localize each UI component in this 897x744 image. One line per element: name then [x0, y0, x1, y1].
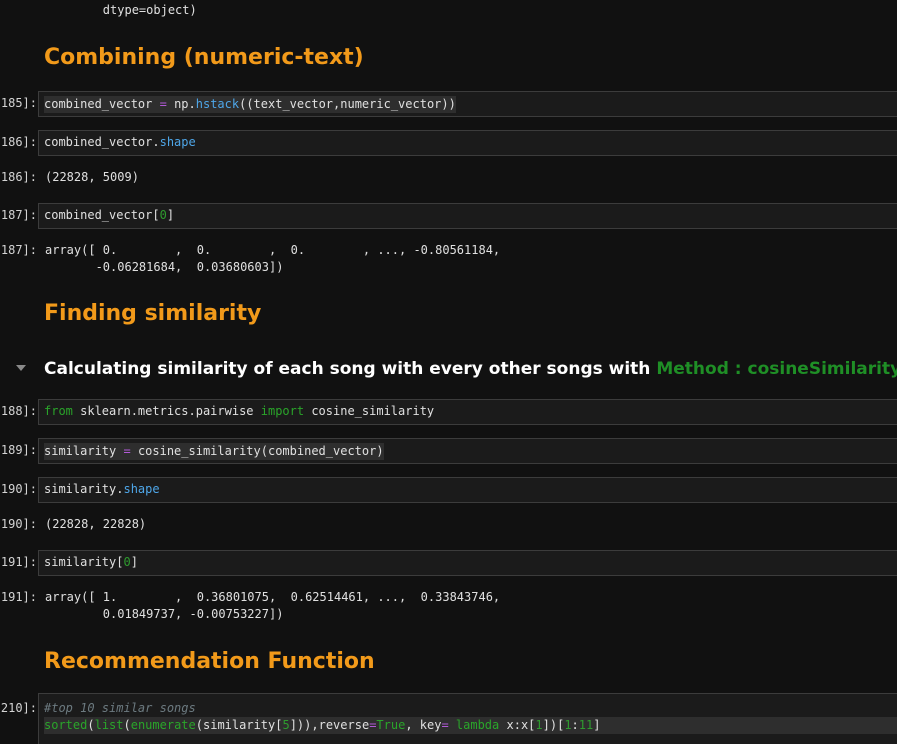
code-cell-187[interactable]: combined_vector[0]: [38, 203, 897, 229]
code-number: 1: [564, 718, 572, 732]
code-builtin: sorted: [44, 718, 88, 732]
code-token: (: [87, 718, 95, 732]
code-line[interactable]: similarity.shape: [44, 481, 897, 498]
code-token: , key: [405, 718, 442, 732]
code-keyword: from: [44, 404, 73, 418]
code-line[interactable]: combined_vector.shape: [44, 134, 897, 151]
code-comment: #top 10 similar songs: [44, 701, 196, 715]
cell-190-output: (22828, 22828): [45, 517, 147, 531]
code-token: cosine_similarity(combined_vector): [137, 444, 384, 458]
code-token: sklearn.metrics.pairwise: [72, 404, 261, 418]
code-number: 1: [535, 718, 543, 732]
cell-186-output-prompt: 186]:: [0, 170, 37, 184]
code-token: combined_vector: [44, 97, 153, 111]
code-function: hstack: [195, 97, 240, 111]
cell-187-output-line-1: array([ 0. , 0. , 0. , ..., -0.80561184,: [45, 243, 501, 257]
code-token: ])[: [542, 718, 565, 732]
code-token: ((text_vector,numeric_vector)): [239, 97, 456, 111]
heading-combining: Combining (numeric-text): [44, 45, 364, 70]
code-operator: =: [116, 444, 138, 458]
code-token: :: [571, 718, 579, 732]
code-token: ]: [593, 718, 601, 732]
cell-185-prompt: 185]:: [0, 96, 37, 110]
code-cell-189[interactable]: similarity = cosine_similarity(combined_…: [38, 438, 897, 464]
subheading-text: Calculating similarity of each song with…: [44, 359, 651, 379]
code-keyword: import: [260, 404, 305, 418]
code-line[interactable]: combined_vector = np.hstack((text_vector…: [44, 96, 456, 113]
cell-191-output-line-1: array([ 1. , 0.36801075, 0.62514461, ...…: [45, 590, 501, 604]
code-builtin: list: [94, 718, 124, 732]
code-line[interactable]: combined_vector[0]: [44, 207, 897, 224]
code-operator: =: [441, 718, 449, 732]
cell-191-output-prompt: 191]:: [0, 590, 37, 604]
code-attribute: shape: [159, 135, 196, 149]
cell-187-output-prompt: 187]:: [0, 243, 37, 257]
code-keyword: lambda: [448, 718, 500, 732]
code-token: x:x[: [499, 718, 536, 732]
method-title: Method : cosineSimilarity: [656, 359, 897, 379]
code-cell-185[interactable]: combined_vector = np.hstack((text_vector…: [38, 91, 897, 117]
code-operator: =: [152, 97, 175, 111]
code-token: similarity: [44, 444, 117, 458]
cell-187-prompt: 187]:: [0, 208, 37, 222]
cell-191-prompt: 191]:: [0, 555, 37, 569]
code-token: combined_vector.: [44, 135, 160, 149]
code-token: ])),reverse: [289, 718, 370, 732]
code-line[interactable]: similarity[0]: [44, 554, 897, 571]
cell-190-prompt: 190]:: [0, 482, 37, 496]
cell-188-prompt: 188]:: [0, 404, 37, 418]
code-attribute: shape: [123, 482, 160, 496]
code-token: ]: [166, 208, 175, 222]
code-token: combined_vector[: [44, 208, 160, 222]
code-token: (similarity[: [195, 718, 283, 732]
code-cell-190[interactable]: similarity.shape: [38, 477, 897, 503]
code-cell-188[interactable]: from sklearn.metrics.pairwise import cos…: [38, 399, 897, 425]
notebook-area: dtype=object) Combining (numeric-text) 1…: [0, 0, 897, 744]
code-cell-210[interactable]: #top 10 similar songs sorted(list(enumer…: [38, 693, 897, 744]
code-builtin: enumerate: [130, 718, 196, 732]
cell-190-output-prompt: 190]:: [0, 517, 37, 531]
code-token: similarity[: [44, 555, 124, 569]
code-keyword: True: [376, 718, 406, 732]
code-cell-191[interactable]: similarity[0]: [38, 550, 897, 576]
cell-191-output-line-2: 0.01849737, -0.00753227]): [45, 607, 284, 621]
code-number: 5: [282, 718, 290, 732]
cell-210-prompt: 210]:: [0, 701, 37, 715]
code-number: 11: [578, 718, 594, 732]
subheading-calculating-similarity: Calculating similarity of each song with…: [44, 357, 897, 381]
code-line[interactable]: similarity = cosine_similarity(combined_…: [44, 443, 384, 460]
code-number: 0: [159, 208, 167, 222]
heading-finding-similarity: Finding similarity: [44, 301, 262, 326]
code-token: similarity.: [44, 482, 124, 496]
cell-186-prompt: 186]:: [0, 135, 37, 149]
code-token: (: [123, 718, 131, 732]
cell-186-output: (22828, 5009): [45, 170, 139, 184]
code-token: np.: [174, 97, 196, 111]
code-number: 0: [123, 555, 131, 569]
collapse-caret-icon[interactable]: [16, 365, 26, 371]
cell-189-prompt: 189]:: [0, 443, 37, 457]
code-token: ]: [130, 555, 138, 569]
code-cell-186[interactable]: combined_vector.shape: [38, 130, 897, 156]
code-line[interactable]: from sklearn.metrics.pairwise import cos…: [44, 403, 897, 420]
code-line[interactable]: sorted(list(enumerate(similarity[5])),re…: [44, 717, 897, 734]
cell-187-output-line-2: -0.06281684, 0.03680603]): [45, 260, 284, 274]
heading-recommendation-function: Recommendation Function: [44, 649, 375, 674]
previous-output-tail: dtype=object): [45, 3, 197, 17]
code-token: cosine_similarity: [304, 404, 435, 418]
